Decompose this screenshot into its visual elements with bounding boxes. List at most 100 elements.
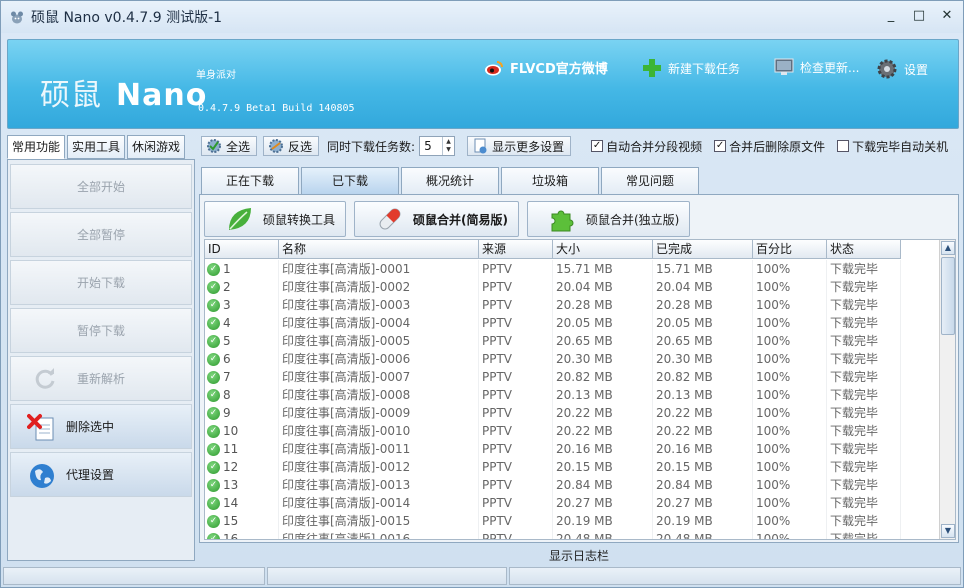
proxy-settings-button[interactable]: 代理设置 bbox=[10, 452, 192, 497]
start-download-button[interactable]: 开始下载 bbox=[10, 260, 192, 305]
shutdown-after-checkbox[interactable]: 下载完毕自动关机 bbox=[837, 138, 948, 155]
cell-status: 下载完毕 bbox=[827, 386, 901, 404]
tab-utilities[interactable]: 实用工具 bbox=[67, 135, 126, 159]
concurrent-tasks-stepper[interactable]: 5 ▲ ▼ bbox=[419, 136, 456, 156]
table-row[interactable]: ✓ 11 印度往事[高清版]-0011 PPTV 20.16 MB 20.16 MB 100… bbox=[205, 440, 901, 458]
cell-id: ✓ 4 bbox=[205, 314, 279, 332]
tab-downloading[interactable]: 正在下载 bbox=[201, 167, 299, 194]
cell-name: 印度往事[高清版]-0001 bbox=[279, 260, 479, 278]
auto-merge-checkmark[interactable]: ✓ bbox=[591, 140, 604, 152]
auto-merge-label: 自动合并分段视频 bbox=[606, 139, 703, 154]
column-header[interactable]: 大小 bbox=[553, 240, 653, 259]
cell-id: ✓ 1 bbox=[205, 260, 279, 278]
reparse-button[interactable]: 重新解析 bbox=[10, 356, 192, 401]
shutdown-after-checkmark[interactable] bbox=[837, 140, 850, 152]
select-all-button[interactable]: 全选 bbox=[201, 136, 258, 156]
cell-id-text: 12 bbox=[223, 460, 239, 474]
start-all-button[interactable]: 全部开始 bbox=[10, 164, 192, 209]
delete-selected-button[interactable]: 删除选中 bbox=[10, 404, 192, 449]
cell-percent: 100% bbox=[753, 476, 827, 494]
completed-check-icon: ✓ bbox=[207, 298, 220, 312]
show-log-toggle[interactable]: 显示日志栏 bbox=[199, 546, 959, 566]
table-row[interactable]: ✓ 8 印度往事[高清版]-0008 PPTV 20.13 MB 20.13 MB 100%… bbox=[205, 386, 901, 404]
refresh-icon bbox=[35, 368, 55, 389]
cell-id: ✓ 10 bbox=[205, 422, 279, 440]
column-header[interactable]: 状态 bbox=[827, 240, 901, 259]
column-header[interactable]: 已完成 bbox=[653, 240, 753, 259]
column-header[interactable]: 百分比 bbox=[753, 240, 827, 259]
cell-percent: 100% bbox=[753, 296, 827, 314]
cell-id: ✓ 6 bbox=[205, 350, 279, 368]
cell-percent: 100% bbox=[753, 458, 827, 476]
logo-cn: 硕鼠 bbox=[40, 78, 102, 113]
leaf-icon bbox=[229, 208, 251, 230]
table-row[interactable]: ✓ 7 印度往事[高清版]-0007 PPTV 20.82 MB 20.82 MB 100%… bbox=[205, 368, 901, 386]
vertical-scrollbar[interactable]: ▲ ▼ bbox=[939, 240, 955, 539]
table-row[interactable]: ✓ 12 印度往事[高清版]-0012 PPTV 20.15 MB 20.15 MB 100… bbox=[205, 458, 901, 476]
merge-standalone-button[interactable]: 硕鼠合并(独立版) bbox=[527, 201, 691, 237]
table-row[interactable]: ✓ 10 印度往事[高清版]-0010 PPTV 20.22 MB 20.22 MB 100… bbox=[205, 422, 901, 440]
cell-source: PPTV bbox=[479, 350, 553, 368]
cell-id: ✓ 13 bbox=[205, 476, 279, 494]
show-more-settings-button[interactable]: 显示更多设置 bbox=[467, 136, 572, 156]
cell-source: PPTV bbox=[479, 422, 553, 440]
cell-id-text: 14 bbox=[223, 496, 239, 510]
cell-source: PPTV bbox=[479, 314, 553, 332]
table-row[interactable]: ✓ 1 印度往事[高清版]-0001 PPTV 15.71 MB 15.71 MB 100%… bbox=[205, 260, 901, 278]
merge-standalone-label: 硕鼠合并(独立版) bbox=[586, 212, 680, 227]
column-header[interactable]: 来源 bbox=[479, 240, 553, 259]
table-row[interactable]: ✓ 14 印度往事[高清版]-0014 PPTV 20.27 MB 20.27 MB 100… bbox=[205, 494, 901, 512]
cell-id: ✓ 16 bbox=[205, 530, 279, 539]
close-button[interactable]: ✕ bbox=[937, 7, 957, 25]
scroll-down-icon[interactable]: ▼ bbox=[941, 524, 955, 538]
main-tab-bar: 正在下载 已下载 概况统计 垃圾箱 常见问题 bbox=[201, 167, 701, 194]
new-task-button[interactable]: 新建下载任务 bbox=[642, 58, 740, 78]
cell-name: 印度往事[高清版]-0005 bbox=[279, 332, 479, 350]
cell-name: 印度往事[高清版]-0014 bbox=[279, 494, 479, 512]
table-row[interactable]: ✓ 15 印度往事[高清版]-0015 PPTV 20.19 MB 20.19 MB 100… bbox=[205, 512, 901, 530]
cell-id-text: 7 bbox=[223, 370, 231, 384]
cell-size: 15.71 MB bbox=[553, 260, 653, 278]
pause-all-button[interactable]: 全部暂停 bbox=[10, 212, 192, 257]
tab-common-functions[interactable]: 常用功能 bbox=[7, 135, 66, 159]
invert-selection-button[interactable]: 反选 bbox=[263, 136, 320, 156]
cell-source: PPTV bbox=[479, 476, 553, 494]
table-row[interactable]: ✓ 9 印度往事[高清版]-0009 PPTV 20.22 MB 20.22 MB 100%… bbox=[205, 404, 901, 422]
app-window: 硕鼠 Nano v0.4.7.9 测试版-1 _ □ ✕ 硕鼠 Nano 单身派对… bbox=[0, 0, 964, 588]
delete-after-merge-checkbox[interactable]: ✓ 合并后删除原文件 bbox=[714, 138, 825, 155]
tab-faq[interactable]: 常见问题 bbox=[601, 167, 699, 194]
tab-casual-games[interactable]: 休闲游戏 bbox=[127, 135, 186, 159]
tab-statistics[interactable]: 概况统计 bbox=[401, 167, 499, 194]
table-row[interactable]: ✓ 13 印度往事[高清版]-0013 PPTV 20.84 MB 20.84 MB 100… bbox=[205, 476, 901, 494]
scroll-up-icon[interactable]: ▲ bbox=[941, 241, 955, 255]
stepper-arrows-icon[interactable]: ▲ ▼ bbox=[442, 137, 454, 155]
delete-after-merge-label: 合并后删除原文件 bbox=[729, 139, 826, 154]
scrollbar-thumb[interactable] bbox=[941, 257, 955, 335]
pause-download-button[interactable]: 暂停下载 bbox=[10, 308, 192, 353]
column-header[interactable]: ID bbox=[205, 240, 279, 259]
column-header[interactable]: 名称 bbox=[279, 240, 479, 259]
minimize-button[interactable]: _ bbox=[881, 7, 901, 25]
delete-after-merge-checkmark[interactable]: ✓ bbox=[714, 140, 727, 152]
table-row[interactable]: ✓ 6 印度往事[高清版]-0006 PPTV 20.30 MB 20.30 MB 100%… bbox=[205, 350, 901, 368]
convert-tool-button[interactable]: 硕鼠转换工具 bbox=[204, 201, 347, 237]
settings-button[interactable]: 设置 bbox=[876, 58, 928, 80]
cell-percent: 100% bbox=[753, 422, 827, 440]
cell-size: 20.28 MB bbox=[553, 296, 653, 314]
tab-trash[interactable]: 垃圾箱 bbox=[501, 167, 599, 194]
table-row[interactable]: ✓ 4 印度往事[高清版]-0004 PPTV 20.05 MB 20.05 MB 100%… bbox=[205, 314, 901, 332]
merge-easy-button[interactable]: 硕鼠合并(简易版) bbox=[354, 201, 519, 237]
table-row[interactable]: ✓ 5 印度往事[高清版]-0005 PPTV 20.65 MB 20.65 MB 100%… bbox=[205, 332, 901, 350]
table-row[interactable]: ✓ 2 印度往事[高清版]-0002 PPTV 20.04 MB 20.04 MB 100%… bbox=[205, 278, 901, 296]
cell-size: 20.22 MB bbox=[553, 404, 653, 422]
flvcd-weibo-link[interactable]: FLVCD官方微博 bbox=[484, 58, 608, 77]
downloaded-table: ID 名称 来源 大小 已完成 百分比 状态 ✓ 1 印度往事[高清版]-0001 PPTV 15.… bbox=[204, 239, 956, 540]
shutdown-after-label: 下载完毕自动关机 bbox=[852, 139, 949, 154]
table-row[interactable]: ✓ 16 印度往事[高清版]-0016 PPTV 20.48 MB 20.48 MB 100… bbox=[205, 530, 901, 539]
table-row[interactable]: ✓ 3 印度往事[高清版]-0003 PPTV 20.28 MB 20.28 MB 100%… bbox=[205, 296, 901, 314]
tab-downloaded[interactable]: 已下载 bbox=[301, 167, 399, 194]
auto-merge-checkbox[interactable]: ✓ 自动合并分段视频 bbox=[591, 138, 702, 155]
cell-completed: 20.22 MB bbox=[653, 404, 753, 422]
maximize-button[interactable]: □ bbox=[909, 7, 929, 25]
check-update-button[interactable]: 检查更新... bbox=[774, 58, 859, 76]
